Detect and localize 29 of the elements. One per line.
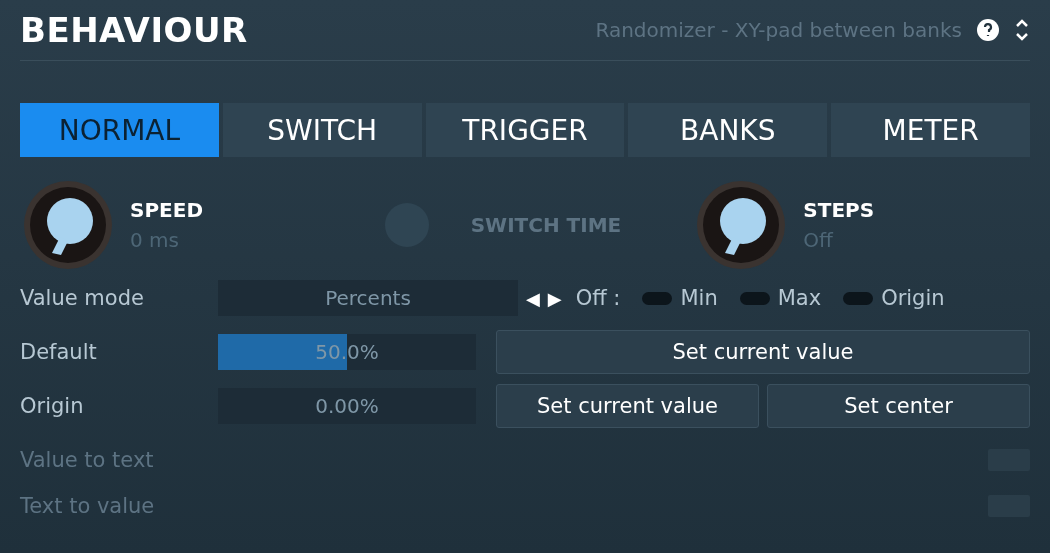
row-label: Value to text [20, 448, 155, 472]
knob-label: SWITCH TIME [470, 213, 622, 237]
toggle-switch[interactable] [843, 291, 874, 305]
off-label: Off : [575, 286, 621, 310]
origin-button[interactable]: Set center [767, 384, 1030, 428]
toggle-switch[interactable] [642, 291, 673, 305]
default-slider[interactable]: 50.0% [218, 334, 476, 370]
help-icon[interactable] [976, 18, 1000, 42]
mode-tab[interactable]: TRIGGER [425, 103, 625, 157]
toggle-switch[interactable] [739, 291, 770, 305]
mode-tab[interactable]: NORMAL [20, 103, 219, 157]
set-current-value-button[interactable]: Set current value [496, 330, 1030, 374]
next-button[interactable]: ▶ [547, 287, 562, 309]
row-label: Default [20, 340, 98, 364]
knob-label: SPEED [130, 198, 203, 222]
value-mode-field[interactable]: Percents [218, 280, 518, 316]
toggle-label: Max [777, 286, 822, 310]
row-label: Value mode [20, 286, 145, 310]
toggle-label: Min [680, 286, 718, 310]
row-label: Origin [20, 394, 85, 418]
mode-tab[interactable]: SWITCH [222, 103, 422, 157]
toggle-label: Origin [881, 286, 945, 310]
mode-tab[interactable]: BANKS [628, 103, 828, 157]
panel-title: BEHAVIOUR [20, 10, 249, 50]
previous-button[interactable]: ◀ [526, 287, 540, 309]
row-label: Text to value [20, 494, 156, 518]
origin-button[interactable]: Set current value [496, 384, 759, 428]
mode-tab[interactable]: METER [831, 103, 1030, 157]
knob-label: STEPS [803, 198, 875, 222]
